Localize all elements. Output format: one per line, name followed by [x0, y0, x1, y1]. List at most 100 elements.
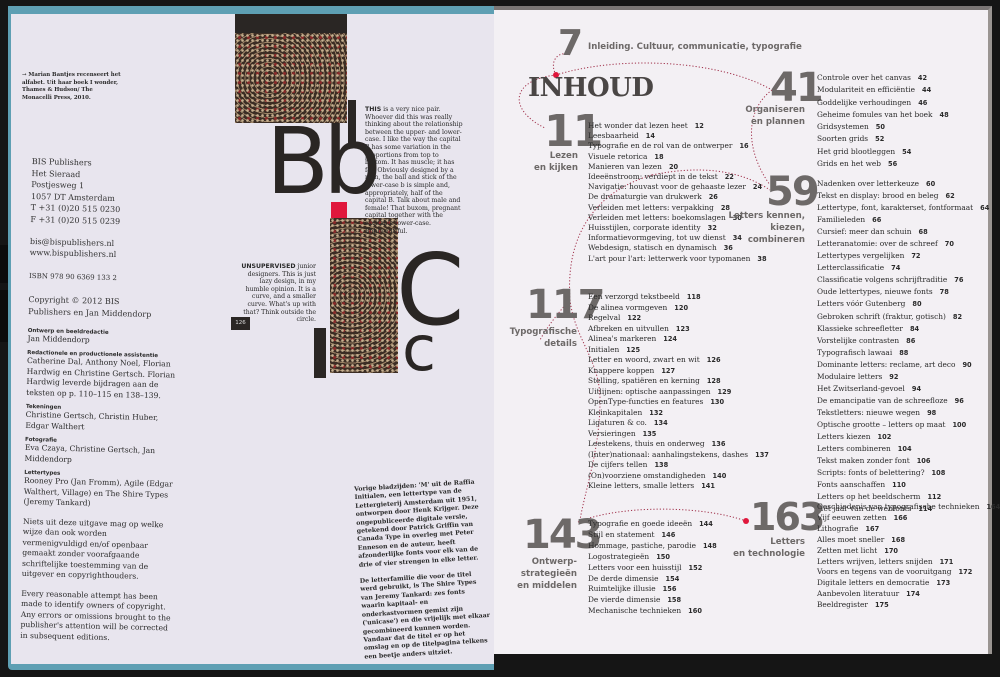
- chapter-title: Lettertypes vergelijken: [817, 251, 905, 261]
- chapter-page-number: 135: [642, 429, 657, 438]
- toc-entry: Letteranatomie: over de schreef 70: [817, 238, 989, 250]
- toc-entry: Gebroken schrift (fraktur, gotisch) 82: [817, 311, 989, 323]
- chapter-page-number: 82: [952, 312, 963, 321]
- chapter-title: Oude lettertypes, nieuwe fonts: [817, 287, 933, 297]
- toc-entry: Geheime fomules van het boek 48: [817, 109, 949, 121]
- chapter-title: Geschiedenis van typografische technieke…: [817, 502, 980, 511]
- toc-entry: Modulaire letters 92: [817, 371, 989, 383]
- toc-entry: De alinea vormgeven 120: [588, 303, 769, 314]
- toc-entry: Leesbaarheid 14: [588, 131, 767, 141]
- chapter-page-number: 129: [717, 387, 732, 396]
- chapter-page-number: 98: [927, 408, 937, 417]
- chapter-page-number: 112: [927, 493, 942, 502]
- toc-entry: Letters voor een huisstijl 152: [588, 563, 717, 574]
- chapter-page-number: 64: [980, 204, 990, 213]
- chapter-title: Kleinkapitalen: [588, 407, 643, 417]
- chapter-title: Typografie en goede ideeën: [588, 519, 693, 528]
- chapter-page-number: 42: [917, 74, 928, 82]
- chapter-title: Optische grootte – letters op maat: [817, 419, 946, 429]
- toc-entry: Beeldregister 175: [817, 600, 1000, 611]
- chapter-page-number: 144: [699, 520, 713, 528]
- chapter-title: Ruimtelijke illusie: [588, 584, 656, 594]
- chapter-page-number: 164: [986, 503, 1000, 511]
- section-chapter-list: Nadenken over letterkeuze 60 Tekst en disp…: [817, 178, 989, 515]
- chapter-title: L'art pour l'art: letterwerk voor typoma…: [588, 253, 751, 263]
- toc-entry: Classificatie volgens schrijftraditie 76: [817, 274, 989, 286]
- section-title: Letters en technologie: [733, 536, 805, 560]
- chapter-title: Verleiden met letters: verpakking: [588, 202, 714, 212]
- chapter-title: Lettertype, font, karakterset, fontforma…: [817, 203, 974, 213]
- toc-entry: Lettertypes vergelijken 72: [817, 250, 989, 262]
- chapter-page-number: 78: [939, 288, 949, 297]
- chapter-title: Visuele retorica: [588, 151, 648, 161]
- chapter-page-number: 158: [667, 596, 682, 605]
- section-chapter-list: Typografie en goede ideeën 144 Stijl en st…: [588, 519, 717, 617]
- chapter-title: OpenType-functies en features: [588, 397, 704, 406]
- section-number: 41: [770, 65, 824, 111]
- toc-entry: Letterclassificatie 74: [817, 262, 989, 274]
- toc-entry: Mechanische technieken 160: [588, 606, 717, 617]
- chapter-title: Het wonder dat lezen heet: [588, 121, 688, 130]
- chapter-title: De emancipatie van de schreefloze: [817, 395, 948, 405]
- toc-entry: Versieringen 135: [588, 429, 769, 440]
- chapter-title: Informatievormgeving, tot uw dienst: [588, 233, 726, 243]
- chapter-page-number: 56: [888, 160, 898, 169]
- toc-entry: Het wonder dat lezen heet 12: [588, 121, 767, 131]
- section-title: Organiseren en plannen: [745, 104, 805, 128]
- toc-entry: Klassieke schreefletter 84: [817, 323, 989, 335]
- chapter-title: (Inter)nationaal: aanhalingstekens, dash…: [588, 449, 749, 459]
- chapter-page-number: 123: [675, 324, 690, 333]
- chapter-title: Leesbaarheid: [588, 131, 639, 141]
- chapter-title: Fonts aanschaffen: [817, 480, 886, 490]
- chapter-title: Gebroken schrift (fraktur, gotisch): [817, 311, 946, 321]
- toc-entry: Lithografie 167: [817, 524, 1000, 535]
- chapter-page-number: 146: [661, 530, 676, 539]
- toc-entry: Voors en tegens van de vooruitgang 172: [817, 567, 1000, 578]
- chapter-page-number: 174: [906, 590, 920, 599]
- chapter-page-number: 18: [654, 152, 664, 161]
- section-title: Lezen en kijken: [534, 150, 578, 174]
- chapter-page-number: 130: [710, 398, 725, 406]
- section-title-line: combineren: [747, 235, 805, 245]
- chapter-title: Typografie en de rol van de ontwerper: [588, 141, 733, 151]
- intro-title: Inleiding. Cultuur, communicatie, typogr…: [588, 42, 802, 52]
- chapter-page-number: 132: [649, 408, 664, 417]
- toc-entry: Alinea's markeren 124: [588, 334, 769, 345]
- chapter-page-number: 76: [954, 276, 964, 285]
- chapter-page-number: 120: [674, 303, 689, 312]
- chapter-page-number: 156: [662, 585, 677, 594]
- toc-entry: Soorten grids 52: [817, 133, 949, 145]
- section-title-line: en plannen: [750, 117, 805, 127]
- toc-entry: Tekst maken zonder font 106: [817, 455, 989, 467]
- chapter-page-number: 150: [656, 552, 670, 561]
- chapter-page-number: 136: [711, 440, 726, 448]
- chapter-title: Initialen: [588, 344, 620, 354]
- toc-entry: Kleinkapitalen 132: [588, 408, 769, 419]
- toc-entry: Typografie en de rol van de ontwerper 16: [588, 141, 767, 151]
- chapter-title: Ideeënstroom: verdiept in de tekst: [588, 172, 718, 182]
- section-chapter-list: Controle over het canvas 42 Modulariteit e…: [817, 72, 949, 170]
- toc-entry: (On)voorziene omstandigheden 140: [588, 471, 769, 482]
- intro-number: 7: [558, 23, 583, 64]
- chapter-page-number: 118: [686, 293, 701, 301]
- chapter-page-number: 32: [707, 224, 717, 233]
- chapter-title: Classificatie volgens schrijftraditie: [817, 275, 948, 285]
- chapter-page-number: 74: [891, 264, 901, 273]
- toc-entry: Letters wrijven, letters snijden 171: [817, 557, 1000, 568]
- toc-entry: Gridsystemen 50: [817, 121, 949, 133]
- chapter-title: De vierde dimensie: [588, 595, 661, 605]
- toc-entry: Digitale letters en democratie 173: [817, 578, 1000, 589]
- red-dot: [743, 518, 749, 524]
- chapter-page-number: 104: [897, 445, 912, 454]
- toc-entry: De dramaturgie van drukwerk 26: [588, 192, 767, 202]
- chapter-page-number: 72: [911, 252, 921, 261]
- chapter-title: Soorten grids: [817, 134, 869, 144]
- toc-entry: Modulariteit en efficiëntie 44: [817, 84, 949, 96]
- chapter-page-number: 66: [872, 216, 882, 225]
- toc-entry: Ligaturen & co. 134: [588, 418, 769, 429]
- toc-entry: Navigatie: houvast voor de gehaaste leze…: [588, 182, 767, 192]
- toc-entry: Fonts aanschaffen 110: [817, 479, 989, 491]
- chapter-title: Letter en woord, zwart en wit: [588, 355, 700, 364]
- chapter-page-number: 154: [665, 574, 680, 583]
- chapter-page-number: 80: [912, 300, 922, 309]
